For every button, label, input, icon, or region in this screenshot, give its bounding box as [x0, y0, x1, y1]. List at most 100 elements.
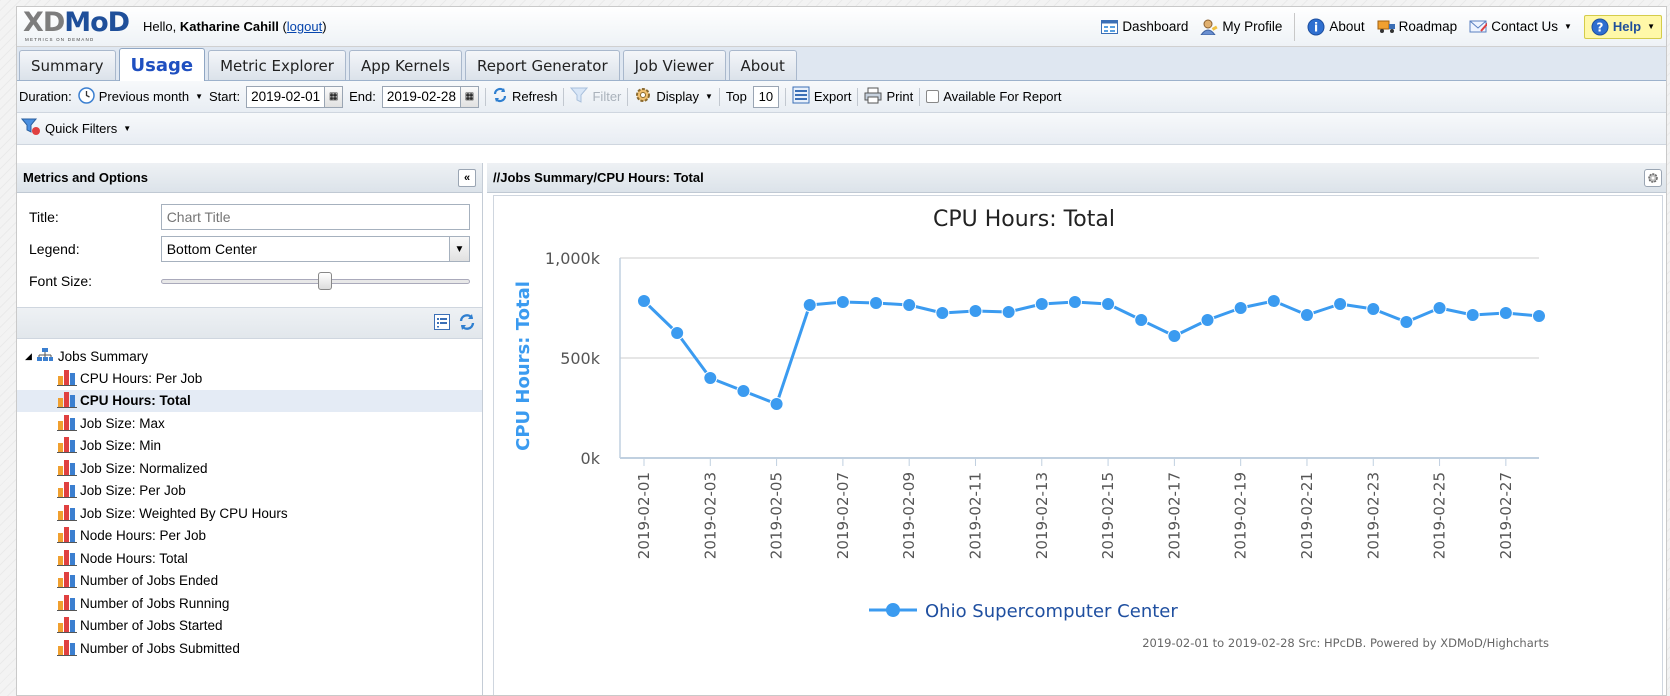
- logout-link[interactable]: logout: [287, 19, 322, 34]
- toolbar-separator: [919, 87, 921, 106]
- tree-item-metric[interactable]: Node Hours: Total: [17, 547, 482, 570]
- tree-node-jobs-summary[interactable]: ◢ Jobs Summary: [17, 345, 482, 367]
- display-menu[interactable]: Display ▼: [634, 86, 713, 107]
- tab-metric-explorer[interactable]: Metric Explorer: [208, 50, 346, 80]
- quick-filters-bar: Quick Filters ▼: [17, 113, 1666, 145]
- refresh-button[interactable]: Refresh: [492, 87, 557, 106]
- filter-button[interactable]: Filter: [570, 87, 621, 106]
- tab-job-viewer[interactable]: Job Viewer: [622, 50, 726, 80]
- gear-icon[interactable]: [1644, 168, 1662, 187]
- end-date-input[interactable]: 2019-02-28: [381, 85, 461, 108]
- user-profile-icon: [1200, 19, 1218, 35]
- legend-select[interactable]: Bottom Center ▼: [160, 236, 470, 262]
- funnel-icon: [570, 87, 589, 106]
- data-point[interactable]: [1101, 297, 1116, 311]
- tree-item-metric[interactable]: Job Size: Per Job: [17, 480, 482, 503]
- data-point[interactable]: [869, 296, 884, 310]
- app-window: XDMoD METRICS ON DEMAND Hello, Katharine…: [16, 6, 1667, 696]
- x-tick-label: 2019-02-03: [701, 472, 719, 559]
- toolbar-separator: [563, 87, 565, 106]
- data-point[interactable]: [1399, 315, 1414, 329]
- data-point[interactable]: [935, 306, 950, 320]
- export-button[interactable]: Export: [792, 86, 851, 107]
- roadmap-link[interactable]: Roadmap: [1377, 19, 1457, 35]
- data-point[interactable]: [1167, 329, 1182, 343]
- data-point[interactable]: [1001, 305, 1016, 319]
- x-tick-label: 2019-02-09: [900, 472, 918, 559]
- start-date-input[interactable]: 2019-02-01: [246, 85, 326, 108]
- line-chart[interactable]: CPU Hours: Total 0k 500k 1,000k CPU Hours: T…: [494, 196, 1662, 696]
- end-date-field[interactable]: 2019-02-28 ▦: [381, 85, 479, 108]
- calendar-icon[interactable]: ▦: [460, 85, 479, 108]
- help-menu-button[interactable]: ? Help ▼: [1583, 14, 1662, 39]
- data-point[interactable]: [1465, 308, 1480, 322]
- y-axis-label: CPU Hours: Total: [513, 281, 534, 451]
- tree-item-metric[interactable]: Node Hours: Per Job: [17, 525, 482, 548]
- data-point[interactable]: [769, 397, 784, 411]
- tree-item-metric[interactable]: Number of Jobs Submitted: [17, 637, 482, 660]
- print-button[interactable]: Print: [864, 87, 913, 107]
- data-point[interactable]: [835, 295, 850, 309]
- tab-summary[interactable]: Summary: [19, 50, 116, 80]
- available-for-report-toggle[interactable]: Available For Report: [926, 89, 1061, 104]
- data-point[interactable]: [1366, 302, 1381, 316]
- tree-item-metric[interactable]: Job Size: Normalized: [17, 457, 482, 480]
- quick-filters-menu[interactable]: Quick Filters ▼: [20, 118, 131, 139]
- data-point[interactable]: [902, 298, 917, 312]
- data-point[interactable]: [1233, 301, 1248, 315]
- list-view-icon[interactable]: [434, 313, 450, 333]
- expand-arrow-icon[interactable]: ◢: [25, 351, 32, 362]
- gear-icon: [634, 86, 652, 107]
- about-link[interactable]: i About: [1307, 18, 1365, 35]
- start-date-field[interactable]: 2019-02-01 ▦: [246, 85, 344, 108]
- tree-item-metric[interactable]: Number of Jobs Running: [17, 592, 482, 615]
- font-size-slider[interactable]: [160, 271, 470, 291]
- data-point[interactable]: [1432, 301, 1447, 315]
- tree-item-metric[interactable]: Number of Jobs Ended: [17, 570, 482, 593]
- data-point[interactable]: [1200, 313, 1215, 327]
- data-point[interactable]: [637, 294, 651, 308]
- dashboard-link[interactable]: Dashboard: [1100, 19, 1188, 35]
- title-label: Title:: [29, 209, 59, 225]
- tree-item-metric[interactable]: CPU Hours: Per Job: [17, 367, 482, 390]
- bar-chart-icon: [57, 638, 77, 659]
- duration-menu[interactable]: Previous month ▼: [78, 86, 203, 107]
- tree-item-metric[interactable]: Job Size: Max: [17, 412, 482, 435]
- data-point[interactable]: [1134, 313, 1149, 327]
- tab-report-generator[interactable]: Report Generator: [464, 50, 620, 80]
- data-point[interactable]: [968, 304, 983, 318]
- data-point[interactable]: [1034, 297, 1049, 311]
- data-point[interactable]: [736, 384, 751, 398]
- calendar-icon[interactable]: ▦: [325, 85, 344, 108]
- collapse-panel-icon[interactable]: «: [458, 168, 476, 187]
- x-tick-label: 2019-02-13: [1033, 472, 1051, 559]
- bar-chart-icon: [57, 593, 77, 614]
- tab-about[interactable]: About: [728, 50, 797, 80]
- data-point[interactable]: [670, 326, 685, 340]
- sync-icon[interactable]: [458, 313, 476, 334]
- available-for-report-checkbox[interactable]: [926, 90, 940, 103]
- user-greeting: Hello, Katharine Cahill (logout): [143, 19, 327, 34]
- contact-us-menu[interactable]: Contact Us ▼: [1469, 19, 1572, 35]
- data-point[interactable]: [1067, 295, 1082, 309]
- tab-usage[interactable]: Usage: [118, 48, 206, 81]
- data-point[interactable]: [1532, 309, 1546, 323]
- x-tick-label: 2019-02-11: [966, 472, 984, 559]
- chevron-down-icon[interactable]: ▼: [449, 237, 469, 261]
- chart-canvas[interactable]: CPU Hours: Total 0k 500k 1,000k CPU Hours: T…: [493, 195, 1663, 696]
- font-size-slider-thumb[interactable]: [317, 272, 332, 290]
- data-point[interactable]: [1299, 308, 1314, 322]
- my-profile-link[interactable]: My Profile: [1200, 19, 1282, 35]
- data-point[interactable]: [703, 371, 718, 385]
- tree-item-metric[interactable]: Job Size: Weighted By CPU Hours: [17, 502, 482, 525]
- data-point[interactable]: [1498, 306, 1513, 320]
- chart-title-input[interactable]: [160, 204, 470, 230]
- data-point[interactable]: [1333, 297, 1348, 311]
- tree-item-metric[interactable]: CPU Hours: Total: [17, 389, 482, 412]
- data-point[interactable]: [802, 298, 817, 312]
- tree-item-metric[interactable]: Job Size: Min: [17, 435, 482, 458]
- top-count-input[interactable]: 10: [752, 85, 779, 108]
- data-point[interactable]: [1266, 294, 1281, 308]
- tree-item-metric[interactable]: Number of Jobs Started: [17, 615, 482, 638]
- tab-app-kernels[interactable]: App Kernels: [348, 50, 462, 80]
